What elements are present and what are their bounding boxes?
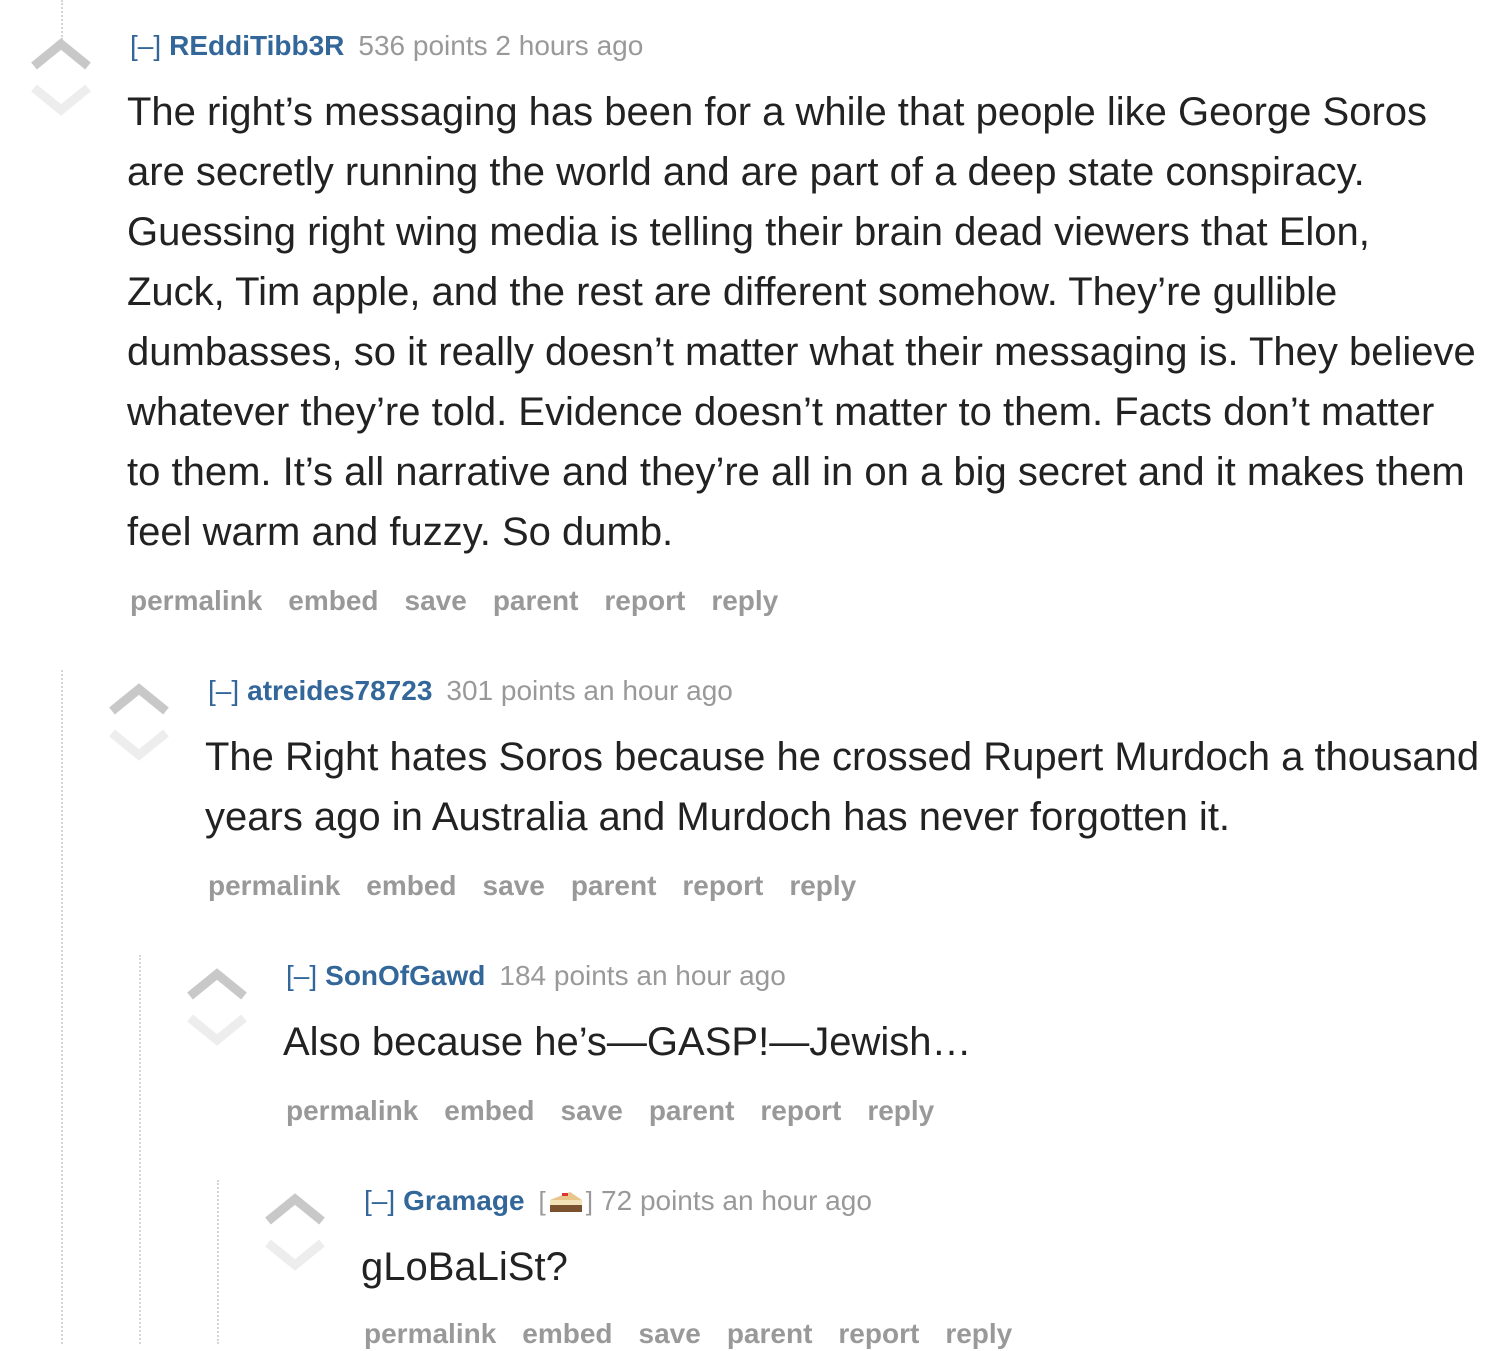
collapse-toggle[interactable]: [–] (208, 675, 239, 706)
downvote-arrow-icon[interactable] (182, 1012, 252, 1052)
embed-button[interactable]: embed (366, 870, 456, 901)
parent-button[interactable]: parent (649, 1095, 735, 1126)
comment-actions: permalink embed save parent report reply (364, 1317, 1038, 1351)
permalink-button[interactable]: permalink (286, 1095, 418, 1126)
comment-actions: permalink embed save parent report reply (208, 869, 882, 903)
comment-actions: permalink embed save parent report reply (130, 584, 804, 618)
permalink-button[interactable]: permalink (208, 870, 340, 901)
permalink-button[interactable]: permalink (364, 1318, 496, 1349)
author-link[interactable]: SonOfGawd (325, 960, 485, 991)
embed-button[interactable]: embed (444, 1095, 534, 1126)
comment-body: Also because he’s—GASP!—Jewish… (283, 1020, 972, 1064)
collapse-toggle[interactable]: [–] (130, 30, 161, 61)
comment-tagline: [–] SonOfGawd 184 points an hour ago (286, 959, 786, 993)
reply-button[interactable]: reply (867, 1095, 934, 1126)
score-and-time: 72 points an hour ago (601, 1185, 872, 1216)
upvote-arrow-icon[interactable] (260, 1191, 330, 1231)
user-flair: [] (539, 1186, 593, 1216)
cake-flair-icon (548, 1188, 584, 1222)
vote-controls (26, 36, 96, 126)
parent-button[interactable]: parent (493, 585, 579, 616)
thread-line-level-3 (217, 1180, 219, 1344)
upvote-arrow-icon[interactable] (104, 681, 174, 721)
vote-controls (104, 681, 174, 771)
collapse-toggle[interactable]: [–] (364, 1185, 395, 1216)
embed-button[interactable]: embed (288, 585, 378, 616)
save-button[interactable]: save (483, 870, 545, 901)
parent-button[interactable]: parent (727, 1318, 813, 1349)
thread-line-level-2 (139, 955, 141, 1344)
save-button[interactable]: save (561, 1095, 623, 1126)
save-button[interactable]: save (405, 585, 467, 616)
thread-line-level-1 (61, 0, 63, 40)
upvote-arrow-icon[interactable] (26, 36, 96, 76)
collapse-toggle[interactable]: [–] (286, 960, 317, 991)
parent-button[interactable]: parent (571, 870, 657, 901)
score-and-time: 184 points an hour ago (499, 960, 786, 991)
author-link[interactable]: REddiTibb3R (169, 30, 344, 61)
embed-button[interactable]: embed (522, 1318, 612, 1349)
flair-bracket-open: [ (538, 1186, 546, 1216)
reply-button[interactable]: reply (945, 1318, 1012, 1349)
vote-controls (260, 1191, 330, 1281)
thread-line-level-1 (61, 670, 63, 1344)
save-button[interactable]: save (639, 1318, 701, 1349)
comment-actions: permalink embed save parent report reply (286, 1094, 960, 1128)
comment-body: gLoBaLiSt? (361, 1245, 568, 1289)
report-button[interactable]: report (604, 585, 685, 616)
report-button[interactable]: report (838, 1318, 919, 1349)
score-and-time: 301 points an hour ago (446, 675, 733, 706)
reply-button[interactable]: reply (789, 870, 856, 901)
score-and-time: 536 points 2 hours ago (358, 30, 644, 61)
reply-button[interactable]: reply (711, 585, 778, 616)
comment-body: The right’s messaging has been for a whi… (127, 90, 1476, 554)
downvote-arrow-icon[interactable] (260, 1237, 330, 1277)
comment-tagline: [–] atreides78723 301 points an hour ago (208, 674, 733, 708)
permalink-button[interactable]: permalink (130, 585, 262, 616)
vote-controls (182, 966, 252, 1056)
report-button[interactable]: report (682, 870, 763, 901)
author-link[interactable]: Gramage (403, 1185, 524, 1216)
report-button[interactable]: report (760, 1095, 841, 1126)
comment-body: The Right hates Soros because he crossed… (205, 735, 1480, 839)
downvote-arrow-icon[interactable] (104, 727, 174, 767)
downvote-arrow-icon[interactable] (26, 82, 96, 122)
upvote-arrow-icon[interactable] (182, 966, 252, 1006)
author-link[interactable]: atreides78723 (247, 675, 432, 706)
comment-tagline: [–] REddiTibb3R 536 points 2 hours ago (130, 29, 643, 63)
comment-tagline: [–] Gramage[] 72 points an hour ago (364, 1184, 872, 1222)
flair-bracket-close: ] (585, 1186, 594, 1216)
